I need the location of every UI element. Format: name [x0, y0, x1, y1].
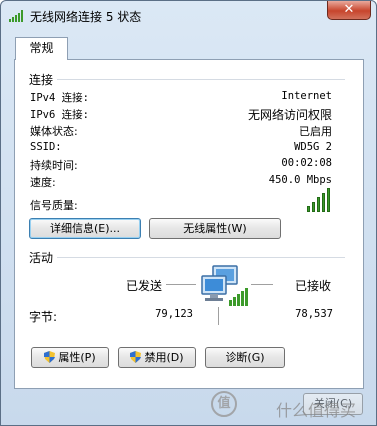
wireless-properties-button[interactable]: 无线属性(W)	[149, 218, 281, 239]
properties-label: 属性(P)	[58, 351, 96, 364]
ipv6-label: IPv6 连接:	[30, 109, 89, 121]
signal-bar	[307, 206, 310, 212]
disable-button[interactable]: 禁用(D)	[118, 347, 196, 368]
activity-divider	[57, 257, 345, 258]
ipv4-label: IPv4 连接:	[30, 92, 89, 104]
bytes-received-value: 78,537	[295, 308, 333, 320]
tab-general[interactable]: 常规	[15, 37, 68, 60]
signal-strength-bars	[307, 188, 333, 212]
status-window: 无线网络连接 5 状态 ✕ 常规 连接 IPv4 连接: Internet IP…	[0, 0, 377, 426]
disable-label: 禁用(D)	[144, 351, 184, 364]
media-state-value: 已启用	[299, 125, 332, 138]
properties-button[interactable]: 属性(P)	[31, 347, 109, 368]
activity-section-title: 活动	[29, 251, 54, 265]
connection-divider	[57, 79, 345, 80]
signal-bar	[312, 201, 315, 212]
duration-value: 00:02:08	[281, 157, 332, 169]
signal-quality-label: 信号质量:	[30, 199, 78, 212]
ssid-value: WD5G 2	[294, 141, 332, 153]
watermark-text: 什么值得买	[275, 401, 356, 420]
window-close-button[interactable]: ✕	[327, 1, 371, 20]
diagnose-button[interactable]: 诊断(G)	[205, 347, 285, 368]
watermark-logo: 值	[211, 391, 237, 417]
bytes-sent-value: 79,123	[155, 308, 193, 320]
received-line	[251, 284, 273, 285]
bytes-label: 字节:	[29, 310, 58, 324]
signal-bar	[317, 197, 320, 212]
details-button[interactable]: 详细信息(E)...	[29, 218, 141, 239]
sent-label: 已发送	[126, 279, 163, 293]
speed-label: 速度:	[30, 176, 56, 189]
speed-value: 450.0 Mbps	[268, 174, 332, 186]
ssid-label: SSID:	[30, 141, 62, 153]
ipv4-value: Internet	[281, 90, 332, 102]
window-title: 无线网络连接 5 状态	[30, 10, 142, 24]
uac-shield-icon	[130, 351, 142, 363]
connection-section-title: 连接	[29, 73, 54, 87]
title-bar[interactable]: 无线网络连接 5 状态 ✕	[1, 1, 376, 31]
ipv6-value: 无网络访问权限	[247, 108, 332, 122]
received-label: 已接收	[295, 279, 332, 293]
signal-bar	[327, 188, 330, 212]
wireless-signal-icon	[9, 10, 23, 22]
sent-line	[166, 284, 196, 285]
duration-label: 持续时间:	[30, 159, 78, 172]
signal-bar	[322, 192, 325, 212]
network-line-vertical	[218, 307, 219, 325]
network-computers-icon	[201, 265, 248, 306]
uac-shield-icon	[44, 351, 56, 363]
media-state-label: 媒体状态:	[30, 125, 78, 138]
